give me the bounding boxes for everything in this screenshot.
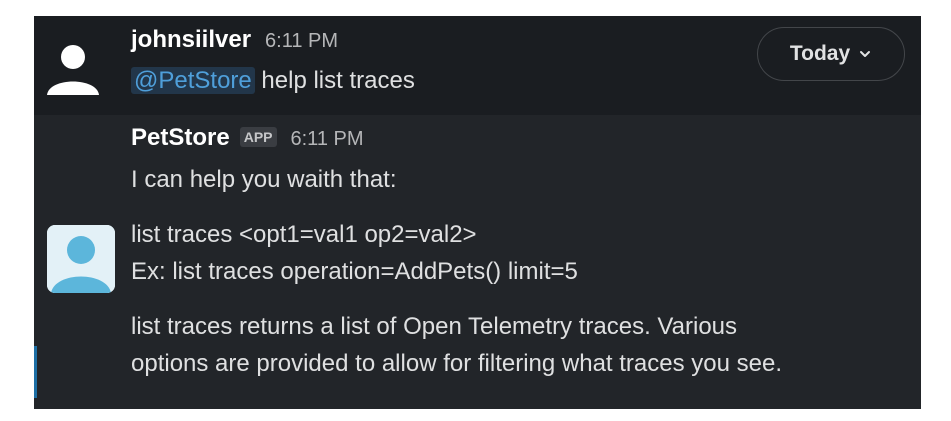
sender-name[interactable]: johnsiilver bbox=[131, 26, 251, 54]
timestamp[interactable]: 6:11 PM bbox=[291, 128, 364, 151]
bot-avatar-graphic bbox=[47, 225, 115, 293]
scroll-indicator bbox=[34, 346, 37, 398]
message-line: options are provided to allow for filter… bbox=[131, 350, 783, 377]
app-badge: APP bbox=[239, 127, 277, 147]
message-body: help list traces bbox=[261, 67, 415, 94]
default-user-avatar-icon[interactable] bbox=[45, 39, 101, 95]
message-line: list traces returns a list of Open Telem… bbox=[131, 313, 738, 340]
sender-name[interactable]: PetStore bbox=[131, 124, 230, 152]
date-label: Today bbox=[789, 42, 851, 65]
message-line: list traces <opt1=val1 op2=val2> bbox=[131, 221, 477, 248]
message-line: I can help you waith that: bbox=[131, 166, 397, 193]
message-petstore[interactable]: PetStore APP 6:11 PM I can help you wait… bbox=[34, 115, 921, 409]
timestamp[interactable]: 6:11 PM bbox=[265, 30, 338, 53]
message-header: johnsiilver 6:11 PM bbox=[131, 26, 338, 54]
chevron-down-icon bbox=[860, 51, 871, 57]
message-pane: johnsiilver 6:11 PM @PetStore help list … bbox=[34, 16, 921, 409]
message-text: @PetStore help list traces bbox=[131, 67, 415, 95]
message-line: Ex: list traces operation=AddPets() limi… bbox=[131, 258, 578, 285]
bot-avatar-icon[interactable] bbox=[47, 225, 115, 293]
date-divider-button[interactable]: Today bbox=[757, 27, 905, 81]
message-johnsiilver[interactable]: johnsiilver 6:11 PM @PetStore help list … bbox=[34, 16, 921, 115]
user-mention[interactable]: @PetStore bbox=[131, 67, 255, 94]
message-header: PetStore APP 6:11 PM bbox=[131, 124, 364, 152]
